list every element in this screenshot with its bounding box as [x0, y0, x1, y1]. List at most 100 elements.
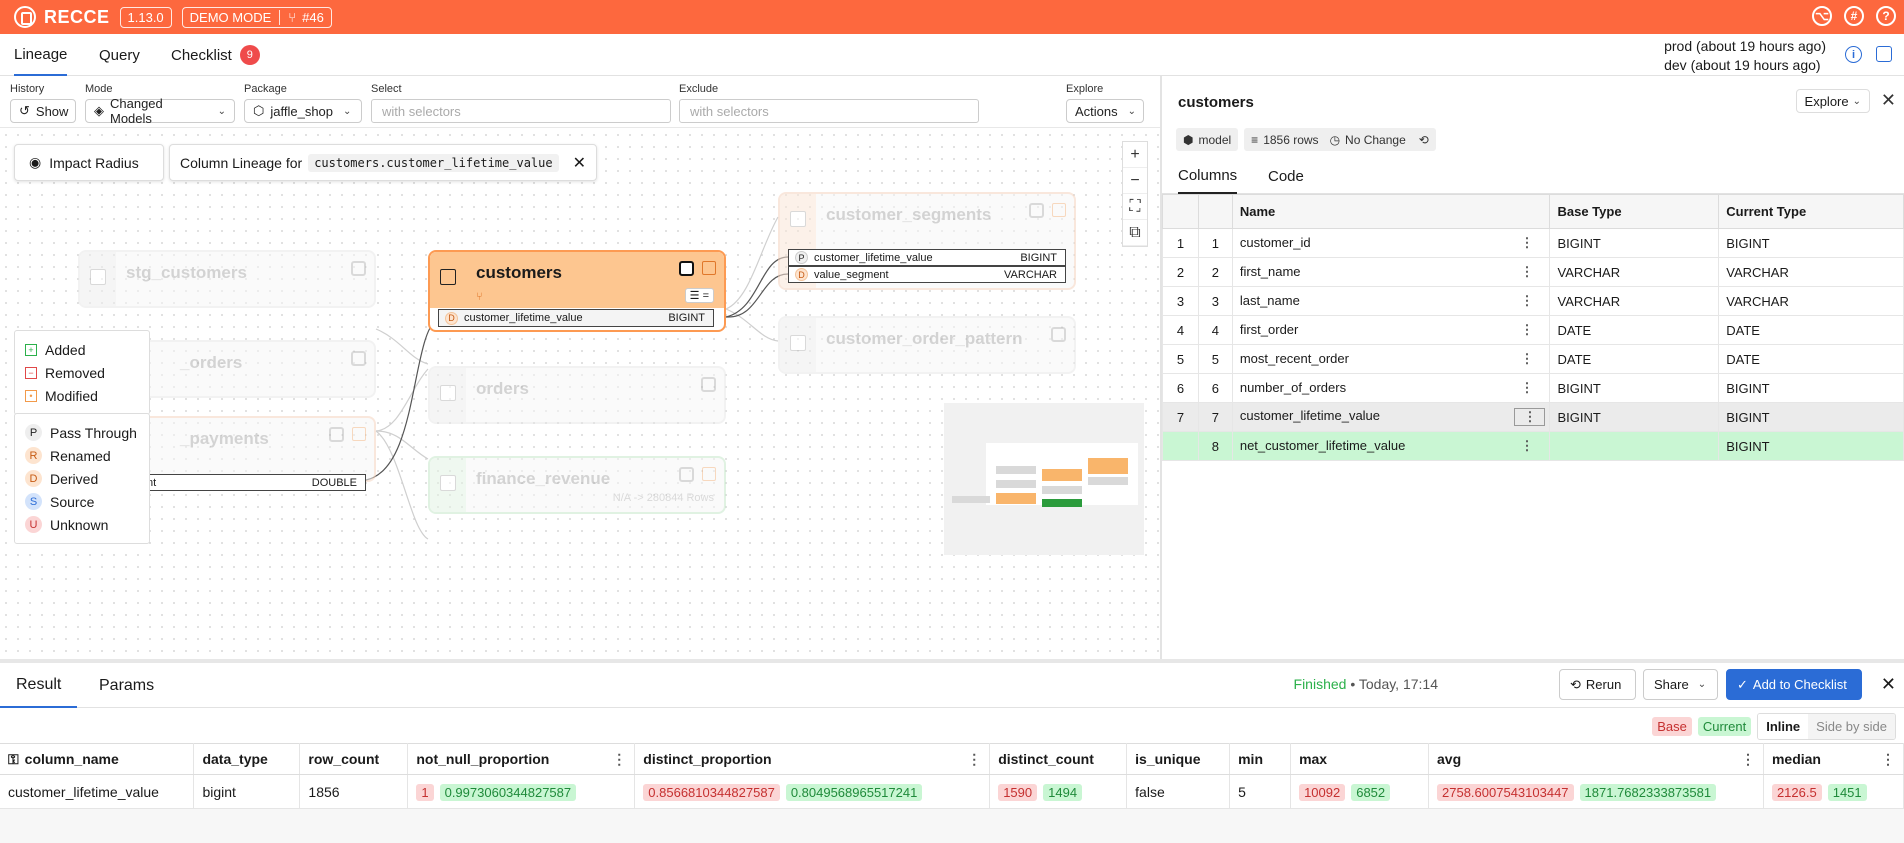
kebab-menu-icon[interactable]: ⋮ [1520, 380, 1533, 396]
table-row[interactable]: 1 1 customer_id ⋮ BIGINT BIGINT [1162, 228, 1904, 258]
header-data-type[interactable]: data_type [193, 743, 301, 775]
package-select[interactable]: ⬡ jaffle_shop ⌄ [244, 99, 362, 123]
kebab-menu-icon[interactable]: ⋮ [1520, 264, 1533, 280]
header-avg[interactable]: avg ⋮ [1428, 743, 1764, 775]
tab-lineage[interactable]: Lineage [14, 34, 68, 76]
kebab-menu-icon[interactable]: ⋮ [1881, 751, 1895, 768]
header-row-count[interactable]: row_count [299, 743, 409, 775]
header-median[interactable]: median ⋮ [1763, 743, 1904, 775]
mode-badge[interactable]: DEMO MODE ⑂ #46 [181, 6, 332, 28]
select-input[interactable]: with selectors [371, 99, 671, 123]
mode-select[interactable]: ◈ Changed Models ⌄ [85, 96, 235, 126]
panel-toggle-icon[interactable] [1876, 46, 1892, 62]
kebab-menu-icon[interactable]: ⋮ [612, 751, 626, 768]
current-type: VARCHAR [1718, 257, 1904, 287]
node-checkbox[interactable] [790, 335, 806, 351]
tab-result[interactable]: Result [0, 663, 78, 708]
base-value: 1590 [998, 783, 1038, 801]
refresh-icon: ⟲ [1570, 676, 1581, 692]
table-row[interactable]: 6 6 number_of_orders ⋮ BIGINT BIGINT [1162, 373, 1904, 403]
header-base-type[interactable]: Base Type [1549, 194, 1720, 229]
view-side-by-side-button[interactable]: Side by side [1808, 713, 1895, 739]
kebab-menu-icon[interactable]: ⋮ [1514, 408, 1546, 426]
header-distinct-proportion[interactable]: distinct_proportion ⋮ [634, 743, 991, 775]
package-icon: ⬡ [253, 103, 265, 118]
header-column-name[interactable]: ⚿ column_name [0, 743, 195, 775]
kebab-menu-icon[interactable]: ⋮ [1520, 322, 1533, 338]
node-checkbox[interactable] [440, 385, 456, 401]
node-stg-customers[interactable]: stg_customers [78, 250, 376, 308]
help-icon[interactable]: ? [1876, 6, 1896, 26]
header-distinct-count[interactable]: distinct_count [989, 743, 1128, 775]
kebab-menu-icon[interactable]: ⋮ [1520, 351, 1533, 367]
tab-columns[interactable]: Columns [1178, 158, 1238, 194]
node-orders[interactable]: orders [428, 366, 726, 424]
close-icon[interactable]: ✕ [1881, 674, 1896, 695]
base-index: 7 [1162, 402, 1199, 432]
github-icon[interactable]: ⌥ [1812, 6, 1832, 26]
header-max[interactable]: max [1290, 743, 1430, 775]
zoom-out-icon[interactable]: − [1123, 168, 1147, 194]
tab-query[interactable]: Query [99, 34, 140, 76]
header-current-type[interactable]: Current Type [1718, 194, 1904, 229]
close-icon[interactable]: ✕ [573, 153, 586, 173]
node-checkbox[interactable] [440, 269, 456, 285]
kebab-menu-icon[interactable]: ⋮ [1741, 751, 1755, 768]
tab-params[interactable]: Params [99, 663, 154, 708]
node-customer-order-pattern[interactable]: customer_order_pattern [778, 316, 1076, 374]
lineage-canvas[interactable]: ◉ Impact Radius Column Lineage for custom… [0, 129, 1160, 659]
table-row[interactable]: 4 4 first_order ⋮ DATE DATE [1162, 315, 1904, 345]
zoom-in-icon[interactable]: + [1123, 142, 1147, 168]
info-icon[interactable]: i [1845, 46, 1862, 63]
view-inline-button[interactable]: Inline [1758, 713, 1809, 739]
node-checkbox[interactable] [790, 211, 806, 227]
column-segments-value-segment[interactable]: D value_segment VARCHAR [788, 266, 1066, 283]
tab-checklist[interactable]: Checklist 9 [171, 34, 260, 76]
slack-icon[interactable]: # [1844, 6, 1864, 26]
kebab-menu-icon[interactable]: ⋮ [1520, 438, 1533, 454]
column-customer-lifetime-value[interactable]: D customer_lifetime_value BIGINT [438, 309, 714, 327]
kebab-menu-icon[interactable]: ⋮ [967, 751, 981, 768]
impact-radius-button[interactable]: ◉ Impact Radius [14, 144, 164, 181]
table-row-selected[interactable]: 7 7 customer_lifetime_value ⋮ BIGINT BIGI… [1162, 402, 1904, 432]
base-value: 2126.5 [1771, 783, 1822, 801]
actions-button[interactable]: Actions ⌄ [1066, 99, 1144, 123]
derived-tag: D [795, 268, 808, 281]
modified-icon [702, 261, 716, 275]
share-button[interactable]: Share ⌄ [1643, 669, 1718, 700]
table-row-added[interactable]: 8 net_customer_lifetime_value ⋮ BIGINT [1162, 431, 1904, 461]
fit-view-icon[interactable]: ⛶ [1123, 194, 1147, 220]
minimap[interactable] [944, 403, 1144, 555]
kebab-menu-icon[interactable]: ⋮ [1520, 235, 1533, 251]
copy-image-icon[interactable]: ⧉ [1123, 220, 1147, 246]
node-title: _orders [180, 353, 243, 372]
table-row[interactable]: 5 5 most_recent_order ⋮ DATE DATE [1162, 344, 1904, 374]
column-payments-amount[interactable]: nt DOUBLE [140, 474, 366, 491]
node-finance-revenue[interactable]: finance_revenue N/A -> 280844 Rows [428, 456, 726, 514]
refresh-icon[interactable]: ⟲ [1419, 133, 1429, 147]
columns-toggle-icon[interactable]: ☰ = [684, 288, 714, 303]
history-button[interactable]: ↺ Show [10, 99, 76, 123]
exclude-input[interactable]: with selectors [679, 99, 979, 123]
legend-label: Modified [45, 387, 98, 404]
table-row[interactable]: 3 3 last_name ⋮ VARCHAR VARCHAR [1162, 286, 1904, 316]
add-to-checklist-button[interactable]: ✓ Add to Checklist [1726, 669, 1862, 700]
tab-code[interactable]: Code [1268, 158, 1304, 194]
column-segments-clv[interactable]: P customer_lifetime_value BIGINT [788, 249, 1066, 266]
header-is-unique[interactable]: is_unique [1126, 743, 1231, 775]
header-not-null-proportion[interactable]: not_null_proportion ⋮ [407, 743, 636, 775]
explore-button[interactable]: Explore ⌄ [1795, 89, 1870, 113]
node-checkbox[interactable] [90, 269, 106, 285]
brand-name: RECCE [44, 6, 110, 27]
close-icon[interactable]: ✕ [1881, 90, 1896, 111]
header-min[interactable]: min [1229, 743, 1292, 775]
base-index: 3 [1162, 286, 1199, 316]
current-index: 1 [1197, 228, 1233, 258]
table-row[interactable]: 2 2 first_name ⋮ VARCHAR VARCHAR [1162, 257, 1904, 287]
header-name[interactable]: Name [1231, 194, 1551, 229]
kebab-menu-icon[interactable]: ⋮ [1520, 293, 1533, 309]
node-checkbox[interactable] [440, 475, 456, 491]
table-row[interactable]: customer_lifetime_value bigint 1856 1 0.9… [0, 774, 1904, 809]
rerun-button[interactable]: ⟲ Rerun [1559, 669, 1636, 700]
pull-request-icon: ⑂ [288, 9, 297, 25]
